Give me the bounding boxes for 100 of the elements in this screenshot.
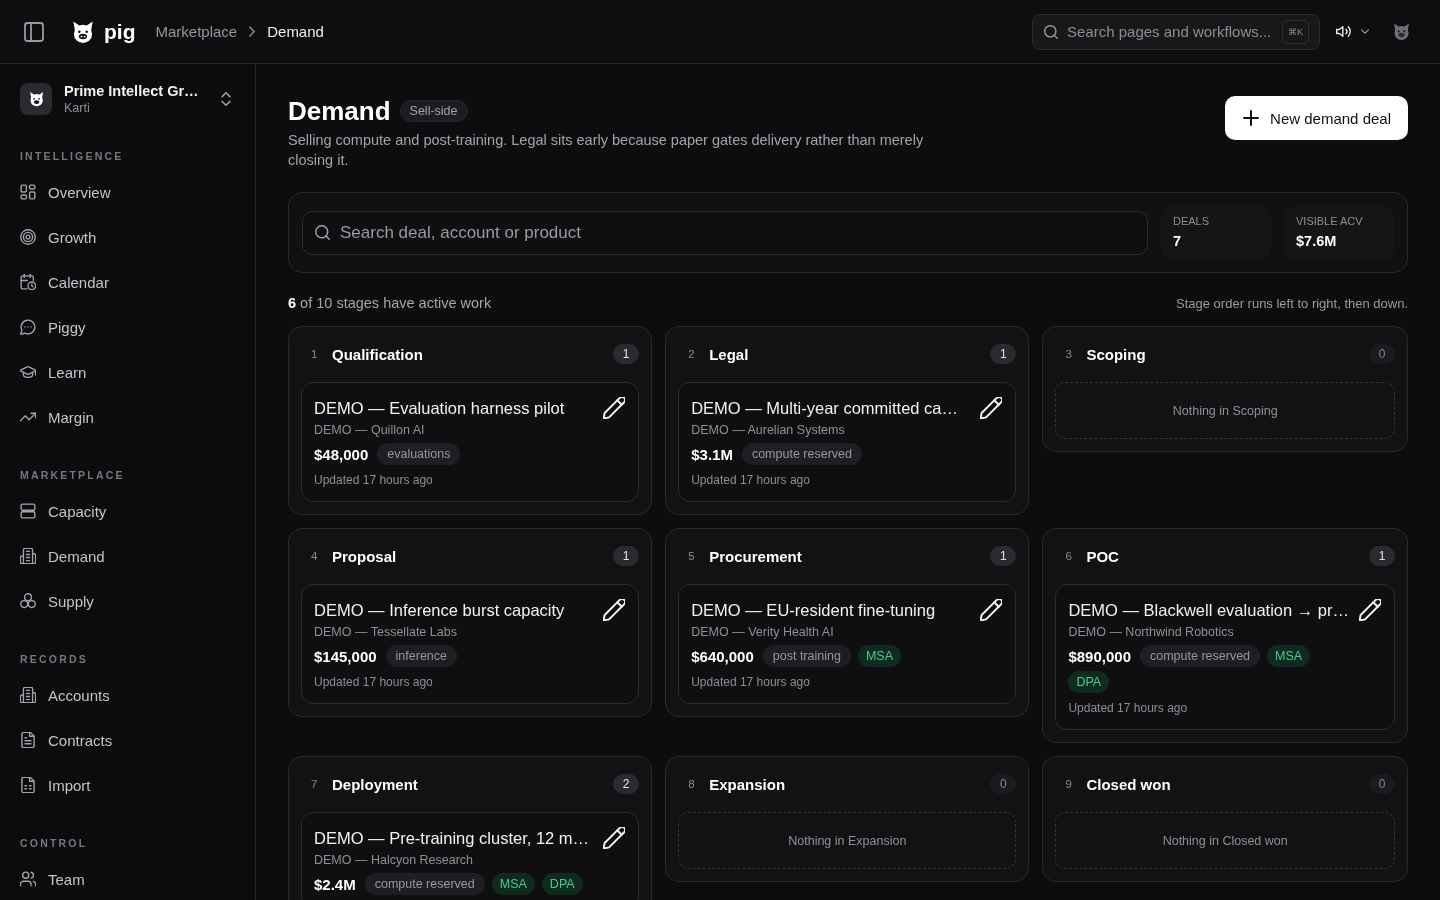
search-icon bbox=[315, 225, 330, 240]
pencil-icon[interactable] bbox=[1359, 599, 1381, 621]
sidebar-item[interactable]: Accounts bbox=[12, 677, 243, 713]
sound-menu-button[interactable] bbox=[1336, 25, 1369, 38]
circles-icon bbox=[20, 593, 36, 609]
current-page-label: Demand bbox=[267, 23, 324, 40]
spreadsheet-icon bbox=[20, 777, 36, 793]
sidebar-item[interactable]: Growth bbox=[12, 219, 243, 255]
sidebar-toggle-icon[interactable] bbox=[24, 21, 44, 42]
stage-number: 9 bbox=[1065, 778, 1073, 790]
new-deal-button[interactable]: New demand deal bbox=[1225, 96, 1408, 140]
sidebar-item[interactable]: Supply bbox=[12, 583, 243, 619]
deal-account: DEMO — Northwind Robotics bbox=[1068, 624, 1235, 641]
sidebar-item[interactable]: Import bbox=[12, 767, 243, 803]
deal-account: DEMO — Verity Health AI bbox=[691, 624, 835, 641]
deal-amount: $3.1M bbox=[691, 445, 733, 463]
section-heading: MARKETPLACE bbox=[20, 468, 126, 482]
stage-number: 6 bbox=[1065, 550, 1073, 562]
sidebar-item[interactable]: Demand bbox=[12, 538, 243, 574]
page-description: Selling compute and post-training. Legal sits early because paper gates delivery rather than merely closing it. bbox=[288, 131, 925, 170]
chevron-up-down-icon bbox=[221, 92, 231, 106]
updated-time: Updated 17 hours ago bbox=[691, 472, 811, 488]
sidebar-item[interactable]: Team bbox=[12, 861, 243, 897]
pig-logo-icon[interactable] bbox=[72, 20, 94, 43]
breadcrumb-link[interactable]: Marketplace bbox=[155, 23, 238, 40]
count-badge: 1 bbox=[990, 344, 1017, 364]
stage-number: 5 bbox=[688, 550, 696, 562]
deal-amount: $145,000 bbox=[314, 647, 377, 665]
section-heading: CONTROL bbox=[20, 836, 89, 850]
deal-card[interactable]: DEMO — Pre-training cluster, 12 m… DEMO — Halcyon Research $2.4M compute reserved MSA DPA bbox=[301, 812, 640, 900]
pig-logo-icon bbox=[20, 83, 52, 115]
stage-title: Closed won bbox=[1086, 775, 1172, 793]
deal-amount: $48,000 bbox=[314, 445, 369, 463]
stage-title: Deployment bbox=[332, 775, 419, 793]
plus-icon bbox=[1243, 110, 1260, 126]
deal-card[interactable]: DEMO — Evaluation harness pilot DEMO — Quillon AI $48,000 evaluations Updated 17 hours ago bbox=[301, 382, 640, 502]
product-tag: compute reserved bbox=[741, 443, 862, 465]
sidebar-item[interactable]: Piggy bbox=[12, 309, 243, 345]
pig-avatar-icon[interactable] bbox=[1393, 23, 1410, 40]
graduation-cap-icon bbox=[20, 364, 36, 380]
deal-card[interactable]: DEMO — Multi-year committed ca… DEMO — Aurelian Systems $3.1M compute reserved Updated 17 hours ago bbox=[678, 382, 1017, 502]
pencil-icon[interactable] bbox=[980, 599, 1003, 621]
stage-number: 7 bbox=[311, 778, 319, 790]
deal-card[interactable]: DEMO — EU-resident fine-tuning DEMO — Verity Health AI $640,000 post training MSA Updated 17 hours ago bbox=[678, 584, 1017, 704]
count-badge: 1 bbox=[1369, 546, 1395, 566]
shortcut-hint: ⌘K bbox=[1282, 19, 1309, 44]
search-icon bbox=[1044, 24, 1058, 39]
building-icon bbox=[20, 687, 36, 703]
sidebar-item[interactable]: Margin bbox=[12, 399, 243, 435]
sidebar-item[interactable]: Calendar bbox=[12, 264, 243, 300]
stat-label: DEALS bbox=[1173, 215, 1211, 228]
chevron-right-icon bbox=[249, 26, 256, 37]
target-icon bbox=[20, 229, 36, 245]
deal-title: DEMO — EU-resident fine-tuning bbox=[691, 600, 937, 621]
sidebar-item[interactable]: Capacity bbox=[12, 493, 243, 529]
deal-amount: $640,000 bbox=[691, 647, 754, 665]
deal-account: DEMO — Quillon AI bbox=[314, 422, 426, 439]
updated-time: Updated 17 hours ago bbox=[691, 674, 811, 690]
mode-tag: Sell-side bbox=[399, 100, 468, 122]
empty-state: Nothing in Closed won bbox=[1055, 812, 1395, 869]
updated-time: Updated 17 hours ago bbox=[314, 472, 434, 488]
pencil-icon[interactable] bbox=[603, 397, 626, 419]
product-tag: post training bbox=[762, 645, 851, 667]
page-title: Demand bbox=[288, 96, 391, 126]
caret-icon bbox=[1361, 29, 1369, 34]
stat-label: VISIBLE ACV bbox=[1296, 215, 1364, 228]
stage-title: Qualification bbox=[332, 345, 424, 363]
pencil-icon[interactable] bbox=[980, 397, 1003, 419]
pencil-icon[interactable] bbox=[603, 827, 626, 849]
count-badge: 0 bbox=[990, 774, 1017, 794]
stat-value: $7.6M bbox=[1296, 233, 1338, 250]
product-tag: evaluations bbox=[377, 443, 461, 465]
grid-icon bbox=[20, 184, 36, 200]
product-tag: compute reserved bbox=[364, 873, 485, 895]
user-name: Karti bbox=[64, 100, 91, 116]
empty-state: Nothing in Scoping bbox=[1055, 382, 1395, 439]
product-tag: compute reserved bbox=[1140, 645, 1261, 667]
document-icon bbox=[20, 732, 36, 748]
sidebar-item[interactable]: Contracts bbox=[12, 722, 243, 758]
workspace-switcher[interactable]: Prime Intellect Gr… Karti bbox=[20, 82, 235, 116]
chat-bubble-icon bbox=[20, 319, 36, 335]
pencil-icon[interactable] bbox=[603, 599, 626, 621]
stage-title: POC bbox=[1086, 547, 1120, 565]
product-tag: inference bbox=[385, 645, 457, 667]
stage-number: 2 bbox=[688, 348, 696, 360]
deal-amount: $2.4M bbox=[314, 875, 356, 893]
deal-card[interactable]: DEMO — Inference burst capacity DEMO — Tessellate Labs $145,000 inference Updated 17 hours ago bbox=[301, 584, 640, 704]
document-tag: MSA bbox=[491, 873, 535, 895]
sidebar-item[interactable]: Overview bbox=[12, 174, 243, 210]
stage-title: Proposal bbox=[332, 547, 398, 565]
search-field[interactable]: Search deal, account or product bbox=[302, 210, 1148, 255]
deal-amount: $890,000 bbox=[1068, 647, 1131, 665]
building-icon bbox=[20, 548, 36, 564]
stage-title: Expansion bbox=[709, 775, 787, 793]
deal-card[interactable]: DEMO — Blackwell evaluation → pr… DEMO — Northwind Robotics $890,000 compute reserved MSA DPA Updated 17 hours ago bbox=[1055, 584, 1395, 730]
updated-time: Updated 17 hours ago bbox=[1068, 700, 1189, 716]
deal-title: DEMO — Pre-training cluster, 12 m… bbox=[314, 828, 591, 849]
stage-title: Procurement bbox=[709, 547, 803, 565]
sidebar-item[interactable]: Learn bbox=[12, 354, 243, 390]
stage-title: Scoping bbox=[1086, 345, 1147, 363]
